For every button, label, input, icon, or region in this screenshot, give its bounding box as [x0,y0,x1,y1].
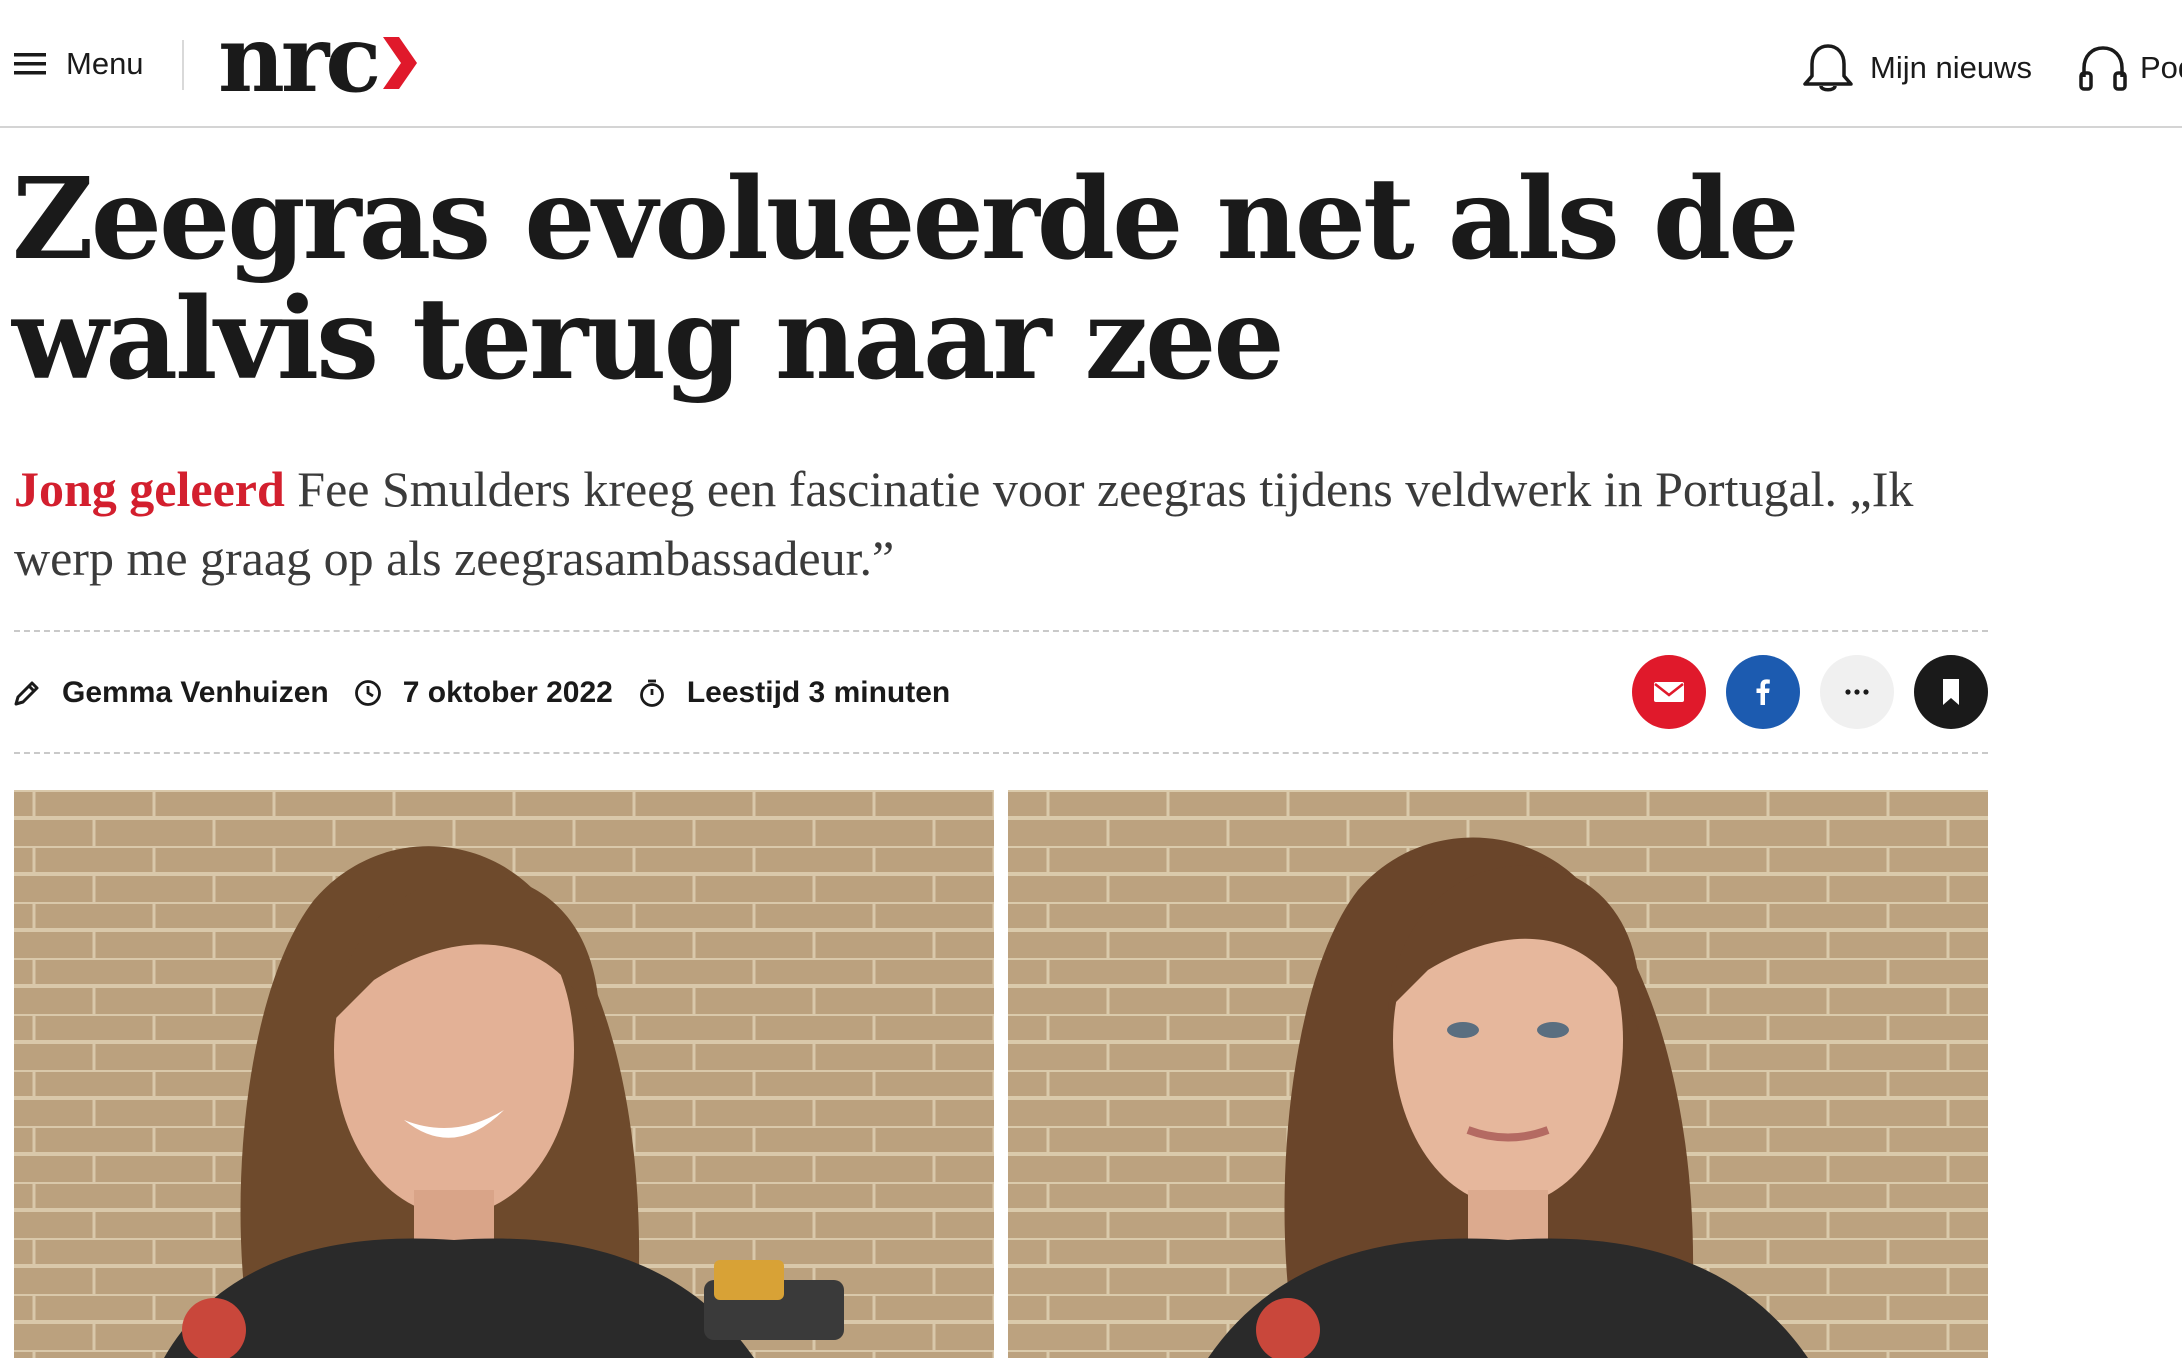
ellipsis-icon [1845,689,1869,695]
meta-divider-top [14,630,1988,632]
reading-time: Leestijd 3 minuten [637,676,950,710]
hamburger-icon [14,53,46,75]
site-header: Menu nrc Mijn nieuws Podcasts [0,0,2182,128]
podcasts-label: Podcasts [2140,50,2182,85]
share-more-button[interactable] [1820,655,1894,729]
clock-icon [354,680,381,706]
author-byline[interactable]: Gemma Venhuizen [12,676,329,710]
headphones-icon [2079,46,2127,91]
facebook-icon [1756,679,1770,705]
menu-button[interactable]: Menu [14,44,144,84]
article-meta: Gemma Venhuizen 7 oktober 2022 Leestijd … [12,670,974,716]
author-name: Gemma Venhuizen [62,676,329,709]
mail-icon [1654,682,1684,702]
portrait-smiling-image [14,790,994,1358]
pencil-icon [14,681,39,706]
lead-text: Fee Smulders kreeg een fascinatie voor z… [14,461,1914,586]
reading-time-text: Leestijd 3 minuten [686,676,951,709]
podcasts-button[interactable]: Podcasts [2078,40,2182,96]
bookmark-icon [1943,679,1959,705]
share-mail-button[interactable] [1632,655,1706,729]
bell-icon [1803,44,1853,92]
stopwatch-icon [639,679,664,707]
publish-date: 7 oktober 2022 [353,676,613,710]
nrc-logo[interactable]: nrc [218,5,419,113]
menu-label: Menu [66,46,144,81]
save-bookmark-button[interactable] [1914,655,1988,729]
share-facebook-button[interactable] [1726,655,1800,729]
article-photo-left [14,790,994,1358]
logo-wordmark: nrc [218,5,381,113]
header-divider [182,40,184,90]
article-lead: Jong geleerd Fee Smulders kreeg een fasc… [14,455,1994,593]
article-headline: Zeegras evolueerde net als de walvis ter… [12,154,1799,405]
meta-divider-bottom [14,752,1988,754]
date-text: 7 oktober 2022 [402,676,613,709]
portrait-neutral-image [1008,790,1988,1358]
logo-chevron-icon [383,37,418,89]
my-news-label: Mijn nieuws [1870,50,2032,85]
section-label[interactable]: Jong geleerd [14,461,285,517]
my-news-button[interactable]: Mijn nieuws [1800,40,2032,96]
article-photo-right [1008,790,1988,1358]
